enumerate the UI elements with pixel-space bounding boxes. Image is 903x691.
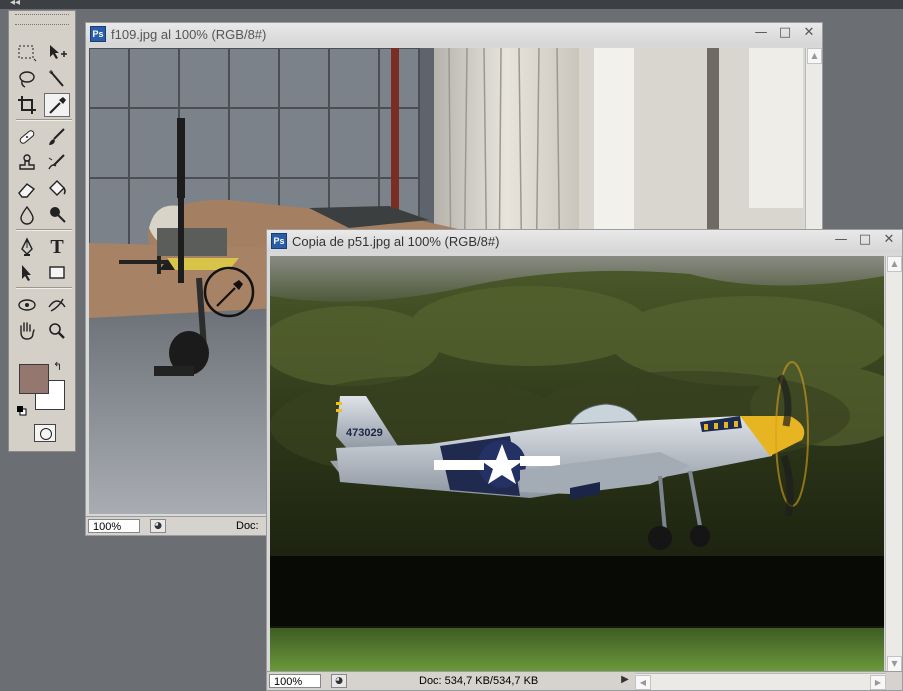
swap-colors-icon[interactable]: ↰ — [53, 361, 67, 373]
zoom-icon[interactable] — [44, 319, 70, 343]
scroll-left-icon[interactable]: ◀ — [635, 675, 651, 690]
status-menu-arrow-icon[interactable]: ▶ — [619, 674, 631, 688]
horizontal-scrollbar[interactable]: ◀ ▶ — [635, 673, 886, 690]
history-brush-icon[interactable] — [44, 151, 70, 175]
default-colors-icon[interactable] — [17, 403, 27, 416]
brush-icon[interactable] — [44, 125, 70, 149]
vertical-scrollbar[interactable]: ▲ ▼ — [885, 256, 902, 672]
doc-size-info: Doc: — [236, 520, 259, 532]
quick-mask-button[interactable] — [34, 424, 56, 442]
aircraft-serial-label: 473029 — [346, 427, 383, 439]
status-options-icon[interactable]: ◕ — [331, 674, 347, 688]
photoshop-icon: Ps — [271, 233, 287, 249]
healing-brush-icon[interactable] — [14, 125, 40, 149]
window-title: f109.jpg al 100% (RGB/8#) — [111, 26, 267, 42]
marquee-icon[interactable] — [14, 41, 40, 65]
document-window-p51[interactable]: Ps Copia de p51.jpg al 100% (RGB/8#) — □… — [266, 229, 903, 691]
eraser-icon[interactable] — [14, 177, 40, 201]
3d-orbit-icon[interactable] — [44, 293, 70, 317]
magic-wand-icon[interactable] — [44, 67, 70, 91]
maximize-button[interactable]: □ — [858, 232, 872, 247]
window-controls: — □ ✕ — [834, 232, 896, 247]
photoshop-icon: Ps — [90, 26, 106, 42]
collapse-panel-icon[interactable]: ◂◂ — [10, 0, 20, 8]
move-icon[interactable] — [44, 41, 70, 65]
dodge-icon[interactable] — [44, 203, 70, 227]
image-canvas-p51[interactable]: 473029 — [270, 256, 884, 672]
p51-photo: 473029 — [270, 256, 884, 672]
close-button[interactable]: ✕ — [882, 232, 896, 247]
tool-separator — [16, 287, 72, 289]
status-bar: 100% ◕ Doc: 534,7 KB/534,7 KB ▶ ◀ ▶ — [267, 671, 902, 690]
clone-stamp-icon[interactable] — [14, 151, 40, 175]
window-titlebar[interactable]: Ps f109.jpg al 100% (RGB/8#) — □ ✕ — [86, 23, 822, 45]
crop-icon[interactable] — [14, 93, 40, 117]
close-button[interactable]: ✕ — [802, 25, 816, 40]
scroll-up-icon[interactable]: ▲ — [887, 256, 902, 272]
window-titlebar[interactable]: Ps Copia de p51.jpg al 100% (RGB/8#) — □… — [267, 230, 902, 252]
foreground-color-swatch[interactable] — [19, 364, 49, 394]
maximize-button[interactable]: □ — [778, 25, 792, 40]
scroll-down-icon[interactable]: ▼ — [887, 656, 902, 672]
panel-grip[interactable] — [15, 14, 69, 25]
minimize-button[interactable]: — — [834, 232, 848, 247]
tools-panel: T ↰ — [8, 10, 76, 452]
lasso-icon[interactable] — [14, 67, 40, 91]
3d-rotate-icon[interactable] — [14, 293, 40, 317]
scroll-right-icon[interactable]: ▶ — [870, 675, 886, 690]
path-selection-icon[interactable] — [14, 261, 40, 285]
type-tool-glyph: T — [50, 235, 64, 258]
zoom-level-field[interactable]: 100% — [269, 674, 321, 688]
window-controls: — □ ✕ — [754, 25, 816, 40]
zoom-level-field[interactable]: 100% — [88, 519, 140, 533]
pen-icon[interactable] — [14, 235, 40, 259]
eyedropper-icon[interactable] — [44, 93, 70, 117]
application-top-bar: ◂◂ — [0, 0, 903, 9]
scroll-up-icon[interactable]: ▲ — [807, 48, 822, 64]
tool-separator — [16, 119, 72, 121]
hand-icon[interactable] — [14, 319, 40, 343]
window-title: Copia de p51.jpg al 100% (RGB/8#) — [292, 233, 500, 249]
minimize-button[interactable]: — — [754, 25, 768, 40]
status-options-icon[interactable]: ◕ — [150, 519, 166, 533]
type-icon[interactable]: T — [44, 235, 70, 259]
paint-bucket-icon[interactable] — [44, 177, 70, 201]
doc-size-info: Doc: 534,7 KB/534,7 KB — [419, 675, 539, 687]
rectangle-shape-icon[interactable] — [44, 261, 70, 285]
tool-separator — [16, 229, 72, 231]
blur-icon[interactable] — [14, 203, 40, 227]
